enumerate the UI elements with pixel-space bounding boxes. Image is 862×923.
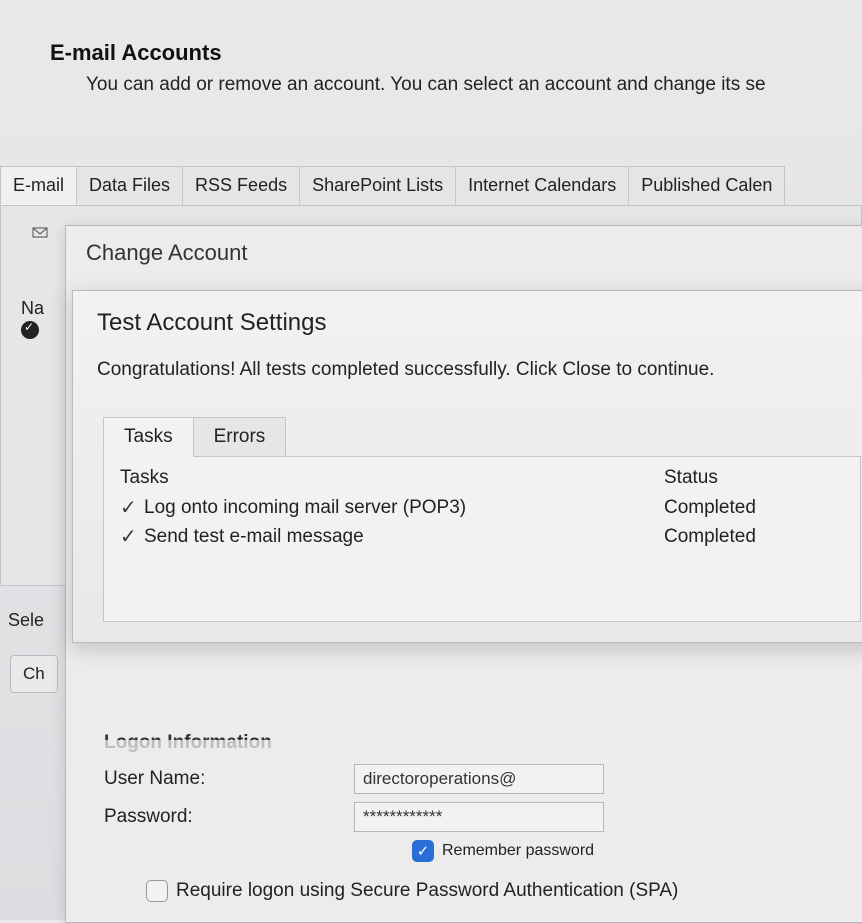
spa-checkbox[interactable] [146,880,168,902]
tab-tasks[interactable]: Tasks [103,417,194,457]
password-input[interactable] [354,802,604,832]
test-dialog-title: Test Account Settings [73,291,862,343]
select-fragment: Sele [0,610,44,631]
table-row: ✓ Send test e-mail message Completed [104,522,860,551]
task-name: Send test e-mail message [144,526,664,548]
tab-internet-calendars[interactable]: Internet Calendars [455,166,629,205]
change-button-fragment[interactable]: Ch [10,655,58,693]
change-account-title: Change Account [66,226,862,272]
tasks-col-header: Tasks [120,467,664,489]
remember-password-label: Remember password [442,842,594,860]
tab-errors[interactable]: Errors [193,417,287,457]
tab-sharepoint-lists[interactable]: SharePoint Lists [299,166,456,205]
logon-heading: Logon Information [104,732,862,754]
password-label: Password: [104,806,354,828]
test-account-settings-dialog: Test Account Settings Congratulations! A… [72,290,862,643]
tab-published-calendars[interactable]: Published Calen [628,166,785,205]
page-subtitle: You can add or remove an account. You ca… [86,74,862,96]
tab-data-files[interactable]: Data Files [76,166,183,205]
username-label: User Name: [104,768,354,790]
header: E-mail Accounts You can add or remove an… [0,0,862,96]
check-icon: ✓ [120,524,144,549]
remember-password-checkbox[interactable]: ✓ [412,840,434,862]
spa-label: Require logon using Secure Password Auth… [176,880,678,902]
status-col-header: Status [664,467,844,489]
tab-rss-feeds[interactable]: RSS Feeds [182,166,300,205]
page-title: E-mail Accounts [50,40,862,66]
accounts-tabs: E-mail Data Files RSS Feeds SharePoint L… [0,166,862,206]
check-icon: ✓ [120,495,144,520]
name-column-fragment: Na [21,298,44,318]
tab-email[interactable]: E-mail [0,166,77,205]
table-row: ✓ Log onto incoming mail server (POP3) C… [104,493,860,522]
new-icon[interactable] [31,222,49,240]
task-status: Completed [664,526,844,548]
test-inner-tabs: Tasks Errors [103,417,862,457]
task-status: Completed [664,497,844,519]
default-check-icon [21,321,39,339]
test-dialog-message: Congratulations! All tests completed suc… [73,343,862,387]
task-name: Log onto incoming mail server (POP3) [144,497,664,519]
username-input[interactable] [354,764,604,794]
tasks-table: Tasks Status ✓ Log onto incoming mail se… [103,456,861,622]
